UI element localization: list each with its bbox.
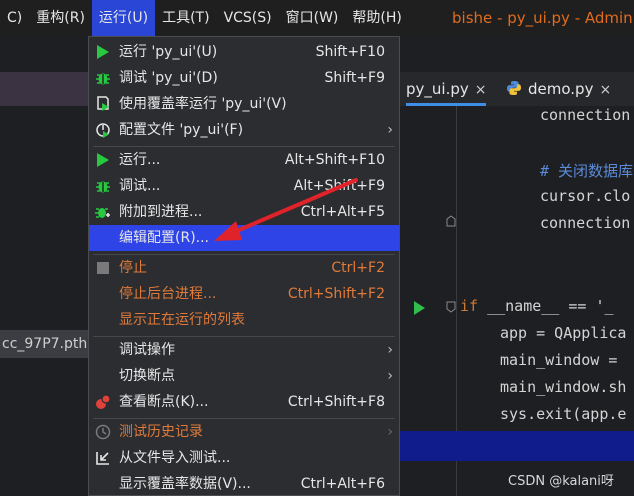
menu-item-profile-py-ui[interactable]: 配置文件 'py_ui'(F) › xyxy=(89,117,399,143)
editor-tab-bar: py_ui.py × demo.py × xyxy=(398,72,634,106)
code-line: # 关闭数据库 xyxy=(540,162,634,180)
code-line: connection xyxy=(540,106,631,124)
run-icon xyxy=(95,44,111,60)
run-gutter-icon[interactable] xyxy=(414,301,425,315)
run-icon xyxy=(95,152,111,168)
close-icon[interactable]: × xyxy=(599,82,611,98)
tab-py-ui[interactable]: py_ui.py × xyxy=(406,72,487,106)
import-arrow-icon xyxy=(95,450,111,466)
menu-item-debug-dots[interactable]: 调试... Alt+Shift+F9 xyxy=(89,173,399,199)
history-clock-icon xyxy=(95,424,111,440)
menu-tools[interactable]: 工具(T) xyxy=(155,0,216,36)
breakpoints-icon xyxy=(95,394,111,410)
code-editor[interactable]: py_ui.py × demo.py × connection # 关闭数据库 cu… xyxy=(398,36,634,496)
menu-item-show-coverage-data[interactable]: 显示覆盖率数据(V)... Ctrl+Alt+F6 xyxy=(89,471,399,496)
left-tab-strip xyxy=(0,72,90,106)
project-panel xyxy=(0,106,90,496)
debug-bug-icon xyxy=(95,70,111,86)
menubar: C) 重构(R) 运行(U) 工具(T) VCS(S) 窗口(W) 帮助(H) … xyxy=(0,0,634,36)
menu-vcs[interactable]: VCS(S) xyxy=(217,0,279,36)
profiler-icon xyxy=(95,122,111,138)
debug-bug-icon xyxy=(95,178,111,194)
code-line: sys.exit(app.e xyxy=(500,405,627,423)
menu-item-import-tests[interactable]: 从文件导入测试... xyxy=(89,445,399,471)
menu-item-edit-configurations[interactable]: 编辑配置(R)... xyxy=(89,225,399,251)
coverage-icon xyxy=(95,96,111,112)
code-area: connection # 关闭数据库 cursor.clo connection… xyxy=(460,106,634,496)
menu-item-test-history[interactable]: 测试历史记录 › xyxy=(89,419,399,445)
submenu-arrow-icon: › xyxy=(387,342,393,358)
tab-demo[interactable]: demo.py × xyxy=(506,72,611,106)
if-keyword: if xyxy=(460,297,479,315)
menu-code[interactable]: C) xyxy=(0,0,29,36)
tab-label: demo.py xyxy=(528,80,594,98)
menu-item-debug-py-ui[interactable]: 调试 'py_ui'(D) Shift+F9 xyxy=(89,65,399,91)
code-line: main_window.sh xyxy=(500,378,627,396)
submenu-arrow-icon: › xyxy=(387,122,393,138)
menu-item-toggle-breakpoint[interactable]: 切换断点 › xyxy=(89,363,399,389)
watermark: CSDN @kalani呀 xyxy=(508,474,614,489)
submenu-arrow-icon: › xyxy=(387,368,393,384)
code-line: if __name__ == '_ xyxy=(460,297,614,315)
fold-marker-icon[interactable] xyxy=(446,301,456,313)
menu-item-run-py-ui[interactable]: 运行 'py_ui'(U) Shift+F10 xyxy=(89,39,399,65)
tab-label: py_ui.py xyxy=(406,80,469,98)
code-line: main_window = xyxy=(500,351,618,369)
code-line: app = QApplica xyxy=(500,324,627,342)
menu-item-stop[interactable]: 停止 Ctrl+F2 xyxy=(89,255,399,281)
attach-debug-icon xyxy=(95,204,111,220)
submenu-arrow-icon: › xyxy=(387,424,393,440)
menu-refactor[interactable]: 重构(R) xyxy=(29,0,92,36)
window-title: bishe - py_ui.py - Adminis xyxy=(452,9,634,27)
code-line: cursor.clo xyxy=(540,187,631,205)
menu-item-show-running-list[interactable]: 显示正在运行的列表 xyxy=(89,307,399,333)
python-file-icon xyxy=(507,81,521,95)
fold-marker-icon[interactable] xyxy=(446,215,456,227)
menu-run[interactable]: 运行(U) xyxy=(91,0,156,36)
menu-item-run-with-coverage[interactable]: 使用覆盖率运行 'py_ui'(V) xyxy=(89,91,399,117)
menu-window[interactable]: 窗口(W) xyxy=(279,0,346,36)
run-dropdown-menu: 运行 'py_ui'(U) Shift+F10 调试 'py_ui'(D) Sh… xyxy=(88,36,400,496)
menu-item-attach-to-process[interactable]: 附加到进程... Ctrl+Alt+F5 xyxy=(89,199,399,225)
code-text: __name__ == '_ xyxy=(487,297,614,315)
code-line: connection xyxy=(540,214,631,232)
close-icon[interactable]: × xyxy=(475,82,487,98)
stop-icon xyxy=(95,260,111,276)
menu-help[interactable]: 帮助(H) xyxy=(345,0,408,36)
menu-item-view-breakpoints[interactable]: 查看断点(K)... Ctrl+Shift+F8 xyxy=(89,389,399,415)
menu-item-run-dots[interactable]: 运行... Alt+Shift+F10 xyxy=(89,147,399,173)
menu-item-debug-actions[interactable]: 调试操作 › xyxy=(89,337,399,363)
menu-item-stop-background[interactable]: 停止后台进程... Ctrl+Shift+F2 xyxy=(89,281,399,307)
project-file-item[interactable]: cc_97P7.pth xyxy=(0,330,90,358)
